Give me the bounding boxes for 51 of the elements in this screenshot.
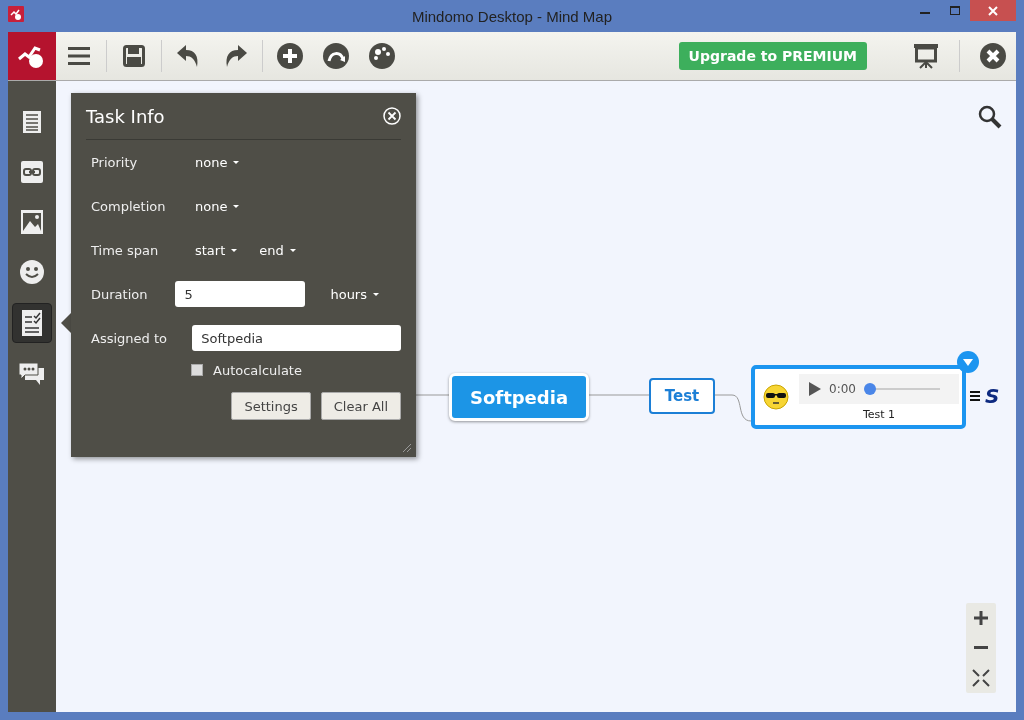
checkbox-label: Autocalculate [213,362,302,378]
panel-button[interactable]: Clear All [320,392,401,420]
link-icon[interactable] [21,161,43,183]
task-list-icon[interactable] [22,310,42,336]
app-icon [8,6,24,22]
fit-to-screen-icon[interactable] [972,669,990,687]
dropdown[interactable]: none [195,154,240,170]
close-button[interactable] [970,0,1016,21]
field-label: Assigned to [91,330,168,346]
panel-title: Task Info [86,105,165,127]
panel-button[interactable]: Settings [231,392,311,420]
list-icon[interactable] [22,110,42,134]
duration-field[interactable]: 5 [175,281,306,307]
palette-icon[interactable] [369,43,395,69]
notes-icon[interactable] [970,391,980,401]
zoom-in-icon[interactable] [974,611,988,625]
window-title: Mindomo Desktop - Mind Map [411,7,613,25]
close-icon[interactable] [980,43,1006,69]
presentation-icon[interactable] [913,43,939,69]
dropdown[interactable]: none [195,198,240,214]
dropdown-toggle-icon[interactable] [957,351,979,373]
app-logo[interactable] [8,32,56,80]
dropdown[interactable]: start [195,242,238,258]
maximize-icon[interactable] [950,6,960,16]
topic-node[interactable]: Test [649,378,715,414]
assigned-to-field[interactable]: Softpedia [192,325,401,351]
audio-caption: Test 1 [862,407,896,421]
zoom-out-icon[interactable] [974,646,988,650]
play-icon[interactable] [809,381,821,396]
dropdown[interactable]: end [259,242,296,258]
menu-icon[interactable] [68,47,90,65]
field-label: Time span [91,242,160,258]
field-label: Completion [91,198,167,214]
audio-time: 0:00 [829,381,856,396]
resize-grip-icon[interactable] [402,443,412,453]
field-label: Duration [91,286,149,302]
node-label: S [985,384,1000,408]
checkbox[interactable] [191,364,203,376]
audio-node[interactable]: 0:00 Test 1 [751,365,966,429]
close-icon [988,5,998,16]
save-icon[interactable] [123,45,145,67]
smiley-icon[interactable] [20,260,44,284]
field-label: Priority [91,154,139,170]
image-icon[interactable] [21,210,43,234]
close-icon[interactable] [383,107,401,125]
add-icon[interactable] [277,43,303,69]
search-icon[interactable] [978,105,1002,129]
sunglasses-emoji-icon [763,384,789,410]
comment-icon[interactable] [19,362,45,386]
relationship-icon[interactable] [323,43,349,69]
dropdown[interactable]: hours [330,286,379,302]
